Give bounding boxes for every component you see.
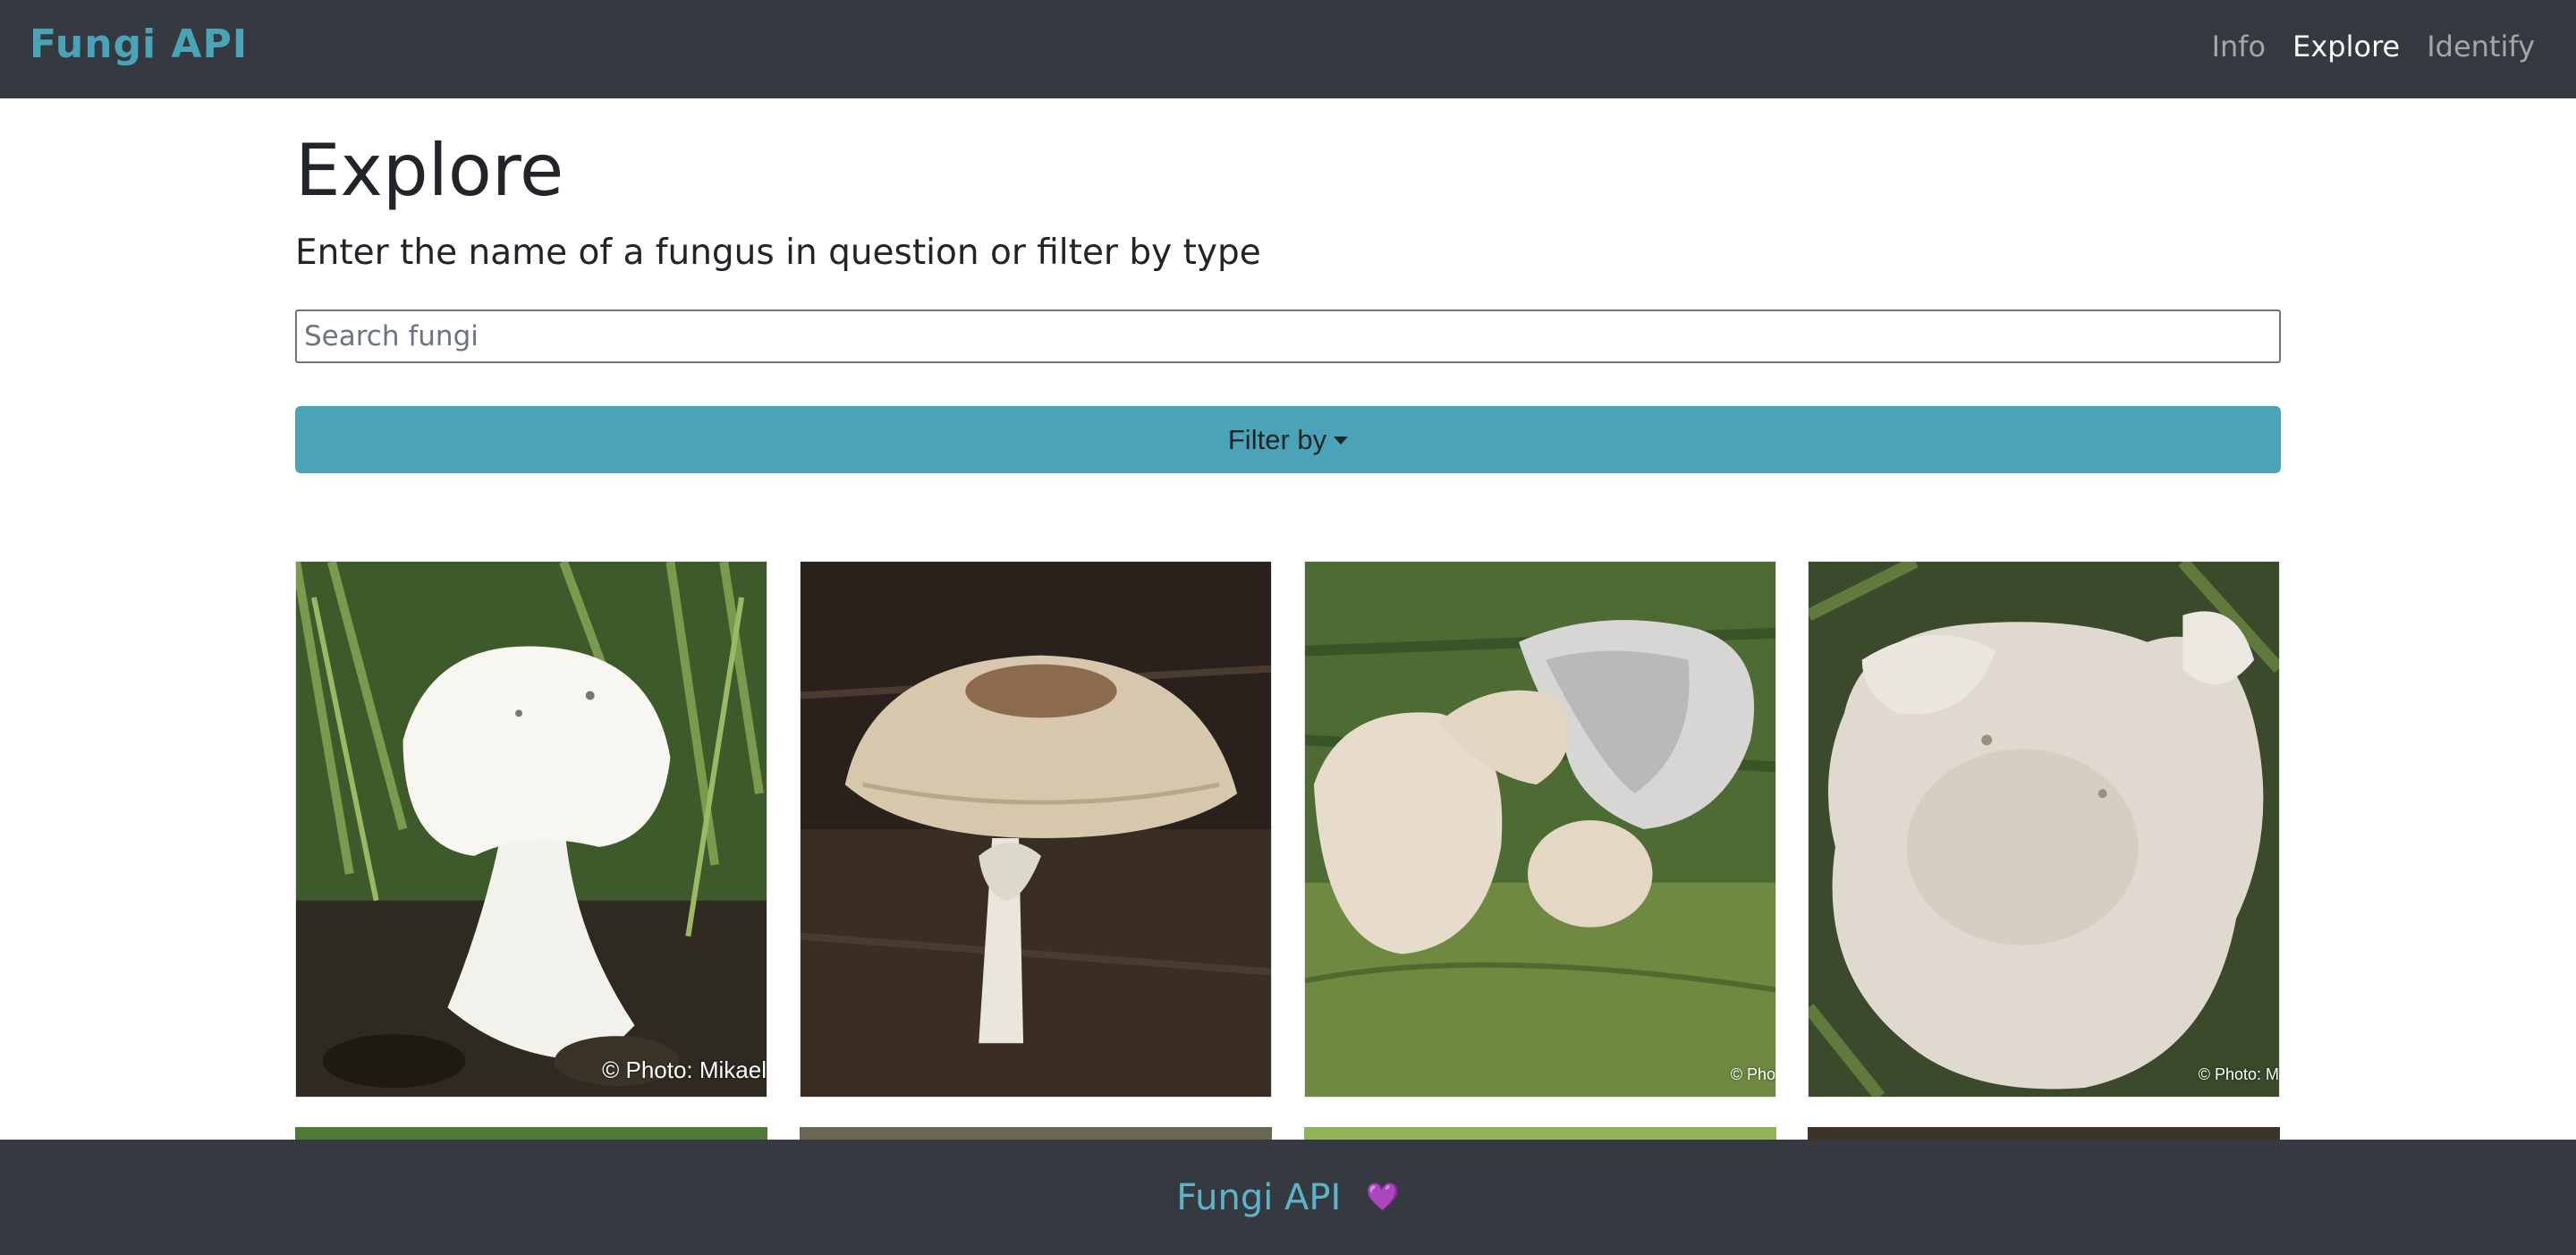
brand-logo[interactable]: Fungi API [30,21,248,67]
footer-brand[interactable]: Fungi API [1176,1177,1341,1218]
fungus-card-1[interactable]: © Photo: Mikael [295,561,767,1098]
page-title: Explore [295,129,564,212]
page-subtitle: Enter the name of a fungus in question o… [295,233,1261,273]
nav-links: Info Explore Identify [2212,30,2535,64]
footer: Fungi API 💜 [0,1140,2576,1255]
photo-credit: © Photo: Mikael [602,1056,767,1083]
fungus-card-4[interactable]: © Photo: M [1808,561,2280,1098]
heart-icon: 💜 [1366,1182,1400,1213]
nav-link-explore[interactable]: Explore [2292,30,2400,64]
fungus-card-2[interactable] [800,561,1272,1098]
fungus-image-3 [1305,562,1775,1097]
filter-button-label: Filter by [1227,423,1327,455]
search-input[interactable] [295,310,2281,363]
fungus-image-2 [801,562,1271,1097]
caret-down-icon [1334,437,1349,445]
filter-by-dropdown-button[interactable]: Filter by [295,406,2281,473]
fungus-image-1 [296,562,767,1097]
photo-credit: © Pho [1730,1065,1775,1083]
fungus-card-3[interactable]: © Pho [1304,561,1776,1098]
top-navbar: Fungi API Info Explore Identify [0,0,2576,98]
nav-link-info[interactable]: Info [2212,30,2267,64]
nav-link-identify[interactable]: Identify [2427,30,2535,64]
photo-credit: © Photo: M [2198,1065,2279,1083]
fungus-image-4 [1809,562,2279,1097]
